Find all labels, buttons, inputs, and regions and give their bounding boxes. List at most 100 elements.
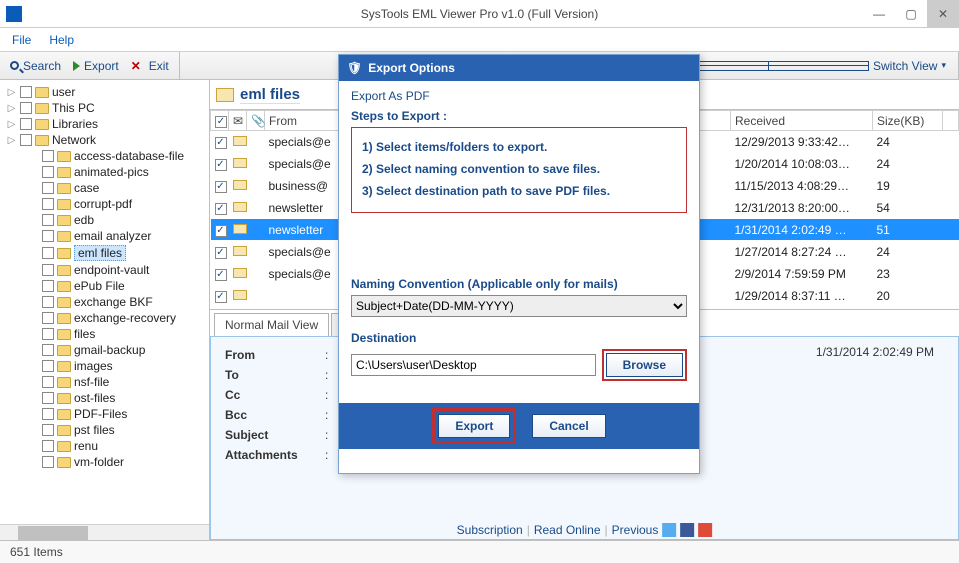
folder-icon bbox=[57, 393, 71, 404]
title-bar: SysTools EML Viewer Pro v1.0 (Full Versi… bbox=[0, 0, 959, 28]
tree-folder-item[interactable]: edb bbox=[42, 212, 209, 228]
maximize-button[interactable]: ▢ bbox=[895, 0, 927, 28]
tree-folder-item[interactable]: nsf-file bbox=[42, 374, 209, 390]
facebook-icon[interactable] bbox=[680, 523, 694, 537]
app-icon bbox=[6, 6, 22, 22]
destination-label: Destination bbox=[351, 331, 687, 345]
folder-icon bbox=[57, 313, 71, 324]
tree-folder-item[interactable]: exchange-recovery bbox=[42, 310, 209, 326]
envelope-icon bbox=[233, 202, 247, 212]
switch-view-button[interactable]: Switch View ▾ bbox=[662, 56, 953, 76]
window-title: SysTools EML Viewer Pro v1.0 (Full Versi… bbox=[361, 7, 598, 21]
detail-date: 1/31/2014 2:02:49 PM bbox=[816, 345, 934, 359]
folder-icon bbox=[57, 231, 71, 242]
menu-file[interactable]: File bbox=[12, 33, 31, 47]
minimize-button[interactable]: — bbox=[863, 0, 895, 28]
folder-icon bbox=[35, 135, 49, 146]
destination-input[interactable] bbox=[351, 354, 596, 376]
tab-normal-mail-view[interactable]: Normal Mail View bbox=[214, 313, 329, 336]
shield-icon: 🛡 bbox=[347, 61, 362, 75]
footer-read-online[interactable]: Read Online bbox=[534, 523, 601, 537]
envelope-icon bbox=[233, 224, 247, 234]
tree-folder-item[interactable]: endpoint-vault bbox=[42, 262, 209, 278]
folder-icon bbox=[35, 103, 49, 114]
export-button[interactable]: Export bbox=[438, 414, 510, 438]
tree-folder-item[interactable]: case bbox=[42, 180, 209, 196]
folder-icon bbox=[35, 119, 49, 130]
folder-icon bbox=[57, 281, 71, 292]
folder-icon bbox=[57, 215, 71, 226]
status-item-count: 651 Items bbox=[10, 545, 63, 559]
header-check[interactable]: ✓ bbox=[211, 111, 229, 131]
tree-root-item[interactable]: ▷Libraries bbox=[6, 116, 209, 132]
status-bar: 651 Items bbox=[0, 540, 959, 563]
tree-folder-item[interactable]: eml files bbox=[42, 244, 209, 262]
tree-folder-item[interactable]: images bbox=[42, 358, 209, 374]
export-toolbar-button[interactable]: Export bbox=[69, 57, 123, 75]
preview-footer: Subscription| Read Online| Previous bbox=[457, 523, 713, 537]
folder-icon bbox=[57, 409, 71, 420]
tree-folder-item[interactable]: pst files bbox=[42, 422, 209, 438]
steps-label: Steps to Export : bbox=[351, 109, 687, 123]
footer-subscription[interactable]: Subscription bbox=[457, 523, 523, 537]
menu-bar: File Help bbox=[0, 28, 959, 52]
envelope-icon bbox=[233, 136, 247, 146]
tree-folder-item[interactable]: vm-folder bbox=[42, 454, 209, 470]
folder-icon bbox=[57, 167, 71, 178]
export-as-label: Export As PDF bbox=[351, 89, 687, 103]
dialog-title-bar: 🛡 Export Options bbox=[339, 55, 699, 81]
folder-icon bbox=[57, 183, 71, 194]
breadcrumb: eml files bbox=[240, 86, 300, 104]
step-2: 2) Select naming convention to save file… bbox=[362, 158, 676, 180]
header-received[interactable]: Received bbox=[731, 111, 873, 131]
tree-folder-item[interactable]: files bbox=[42, 326, 209, 342]
naming-convention-label: Naming Convention (Applicable only for m… bbox=[351, 277, 687, 291]
close-button[interactable]: ✕ bbox=[927, 0, 959, 28]
folder-tree[interactable]: ▷user▷This PC▷Libraries▷Network access-d… bbox=[0, 80, 210, 540]
steps-box: 1) Select items/folders to export. 2) Se… bbox=[351, 127, 687, 213]
tree-folder-item[interactable]: corrupt-pdf bbox=[42, 196, 209, 212]
tree-folder-item[interactable]: ost-files bbox=[42, 390, 209, 406]
footer-previous[interactable]: Previous bbox=[612, 523, 659, 537]
envelope-icon bbox=[233, 180, 247, 190]
folder-icon bbox=[35, 87, 49, 98]
browse-button[interactable]: Browse bbox=[606, 353, 683, 377]
google-plus-icon[interactable] bbox=[698, 523, 712, 537]
tree-folder-item[interactable]: renu bbox=[42, 438, 209, 454]
exit-button[interactable]: ✕Exit bbox=[127, 57, 173, 75]
tree-folder-item[interactable]: email analyzer bbox=[42, 228, 209, 244]
twitter-icon[interactable] bbox=[662, 523, 676, 537]
folder-icon bbox=[57, 329, 71, 340]
folder-icon bbox=[57, 151, 71, 162]
menu-help[interactable]: Help bbox=[49, 33, 74, 47]
folder-icon bbox=[57, 441, 71, 452]
envelope-icon bbox=[233, 158, 247, 168]
folder-icon bbox=[57, 265, 71, 276]
tree-root-item[interactable]: ▷user bbox=[6, 84, 209, 100]
tree-root-item[interactable]: ▷Network bbox=[6, 132, 209, 148]
folder-icon bbox=[57, 457, 71, 468]
tree-folder-item[interactable]: access-database-file bbox=[42, 148, 209, 164]
folder-icon bbox=[57, 425, 71, 436]
grid-scroll-gutter bbox=[943, 111, 959, 131]
tree-folder-item[interactable]: ePub File bbox=[42, 278, 209, 294]
tree-horizontal-scrollbar[interactable] bbox=[0, 524, 209, 540]
export-icon bbox=[73, 61, 80, 71]
header-attachment-icon: 📎 bbox=[247, 111, 265, 131]
envelope-icon bbox=[233, 246, 247, 256]
tree-folder-item[interactable]: PDF-Files bbox=[42, 406, 209, 422]
cancel-button[interactable]: Cancel bbox=[532, 414, 605, 438]
folder-icon bbox=[57, 377, 71, 388]
header-size[interactable]: Size(KB) bbox=[873, 111, 943, 131]
tree-folder-item[interactable]: animated-pics bbox=[42, 164, 209, 180]
naming-convention-select[interactable]: Subject+Date(DD-MM-YYYY) bbox=[351, 295, 687, 317]
tree-folder-item[interactable]: exchange BKF bbox=[42, 294, 209, 310]
folder-icon bbox=[57, 248, 71, 259]
tree-folder-item[interactable]: gmail-backup bbox=[42, 342, 209, 358]
export-options-dialog: 🛡 Export Options Export As PDF Steps to … bbox=[338, 54, 700, 474]
tree-root-item[interactable]: ▷This PC bbox=[6, 100, 209, 116]
folder-icon bbox=[57, 297, 71, 308]
envelope-icon bbox=[233, 290, 247, 300]
search-button[interactable]: Search bbox=[6, 57, 65, 75]
folder-icon bbox=[57, 361, 71, 372]
